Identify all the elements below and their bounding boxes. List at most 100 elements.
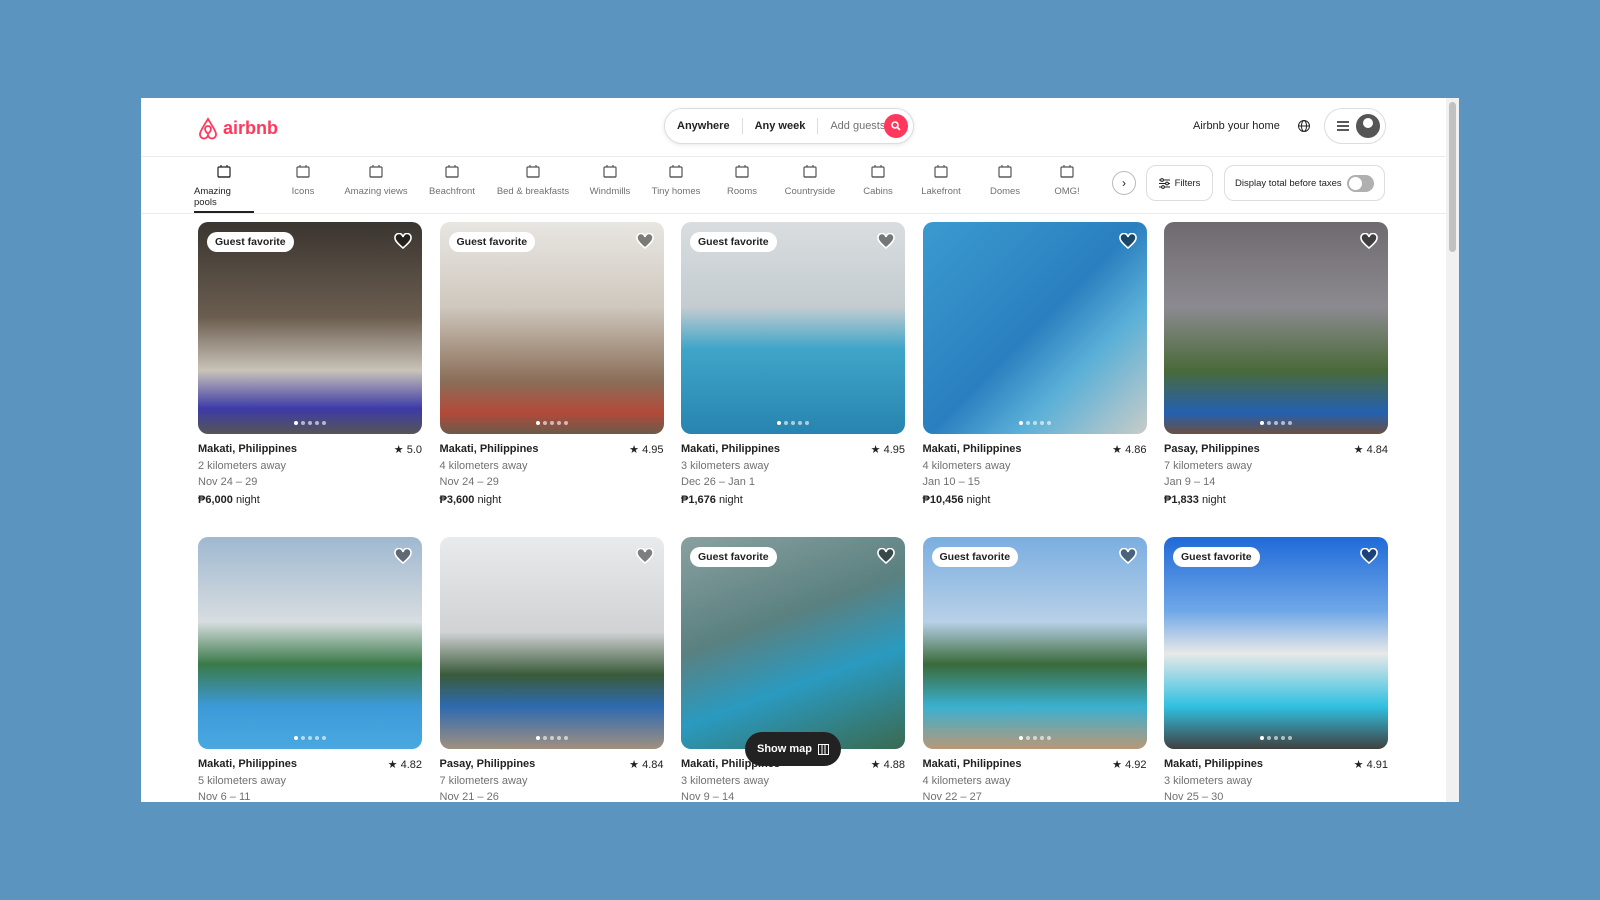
globe-icon[interactable]	[1297, 119, 1311, 138]
listing-card[interactable]: Guest favorite Makati, Philippines ★ 4.9…	[922, 537, 1147, 802]
photo-pagination-dots[interactable]	[294, 736, 326, 740]
listing-photo[interactable]	[1164, 222, 1388, 434]
heart-icon[interactable]	[1118, 548, 1137, 564]
ufo-icon	[1060, 165, 1074, 178]
listing-rating: ★ 4.84	[1353, 444, 1388, 456]
search-bar[interactable]: Anywhere Any week Add guests	[664, 108, 914, 144]
listing-location: Makati, Philippines	[1164, 758, 1264, 770]
photo-pagination-dots[interactable]	[294, 421, 326, 425]
category-amazing-pools[interactable]: Amazing pools	[194, 163, 254, 213]
heart-icon[interactable]	[1360, 548, 1378, 564]
listing-location: Makati, Philippines	[922, 443, 1022, 455]
guest-favorite-badge: Guest favorite	[207, 232, 294, 252]
photo-pagination-dots[interactable]	[1018, 736, 1051, 740]
category-omg[interactable]: OMG!	[1027, 163, 1107, 213]
heart-icon[interactable]	[1118, 233, 1137, 249]
heart-icon[interactable]	[1360, 233, 1378, 249]
map-icon	[818, 743, 829, 755]
ticket-star-icon	[296, 165, 310, 178]
category-beachfront[interactable]: Beachfront	[412, 163, 492, 213]
pool-icon	[217, 165, 231, 178]
countryside-icon	[803, 165, 817, 178]
photo-pagination-dots[interactable]	[777, 421, 809, 425]
listing-card[interactable]: Makati, Philippines ★ 4.82 5 kilometers …	[198, 537, 422, 802]
listing-price: ₱1,676 night	[681, 494, 743, 506]
category-bar: › Filters Display total before taxes Ama…	[141, 157, 1446, 214]
listing-rating: ★ 4.84	[629, 759, 664, 771]
filters-label: Filters	[1174, 177, 1201, 189]
heart-icon[interactable]	[635, 548, 654, 564]
windmill-icon	[603, 165, 617, 178]
listing-photo[interactable]: Guest favorite	[439, 222, 664, 434]
listing-distance: 4 kilometers away	[439, 460, 528, 472]
category-icons[interactable]: Icons	[263, 163, 343, 213]
category-label: Amazing pools	[194, 186, 231, 208]
listing-photo[interactable]: Guest favorite	[198, 222, 422, 434]
listing-location: Makati, Philippines	[922, 758, 1022, 770]
airbnb-your-home-link[interactable]: Airbnb your home	[1193, 120, 1280, 132]
listing-rating: ★ 4.88	[870, 759, 905, 771]
listing-dates: Nov 22 – 27	[922, 791, 982, 802]
listing-card[interactable]: Guest favorite Makati, Philippines ★ 5.0…	[198, 222, 422, 506]
listing-distance: 4 kilometers away	[922, 460, 1011, 472]
guest-favorite-badge: Guest favorite	[448, 232, 536, 252]
listing-rating: ★ 4.92	[1112, 759, 1147, 771]
star-icon: ★	[393, 444, 404, 456]
next-categories-button[interactable]: ›	[1112, 171, 1136, 195]
header: airbnb Anywhere Any week Add guests Airb…	[141, 98, 1446, 157]
listing-card[interactable]: Guest favorite Makati, Philippines ★ 4.9…	[681, 222, 905, 506]
search-any-week[interactable]: Any week	[743, 118, 819, 134]
avatar	[1356, 114, 1380, 138]
category-label: Domes	[989, 186, 1021, 197]
taxes-toggle[interactable]	[1347, 174, 1374, 192]
show-map-label: Show map	[756, 743, 812, 755]
listing-dates: Dec 26 – Jan 1	[681, 476, 755, 488]
user-menu-button[interactable]	[1324, 108, 1386, 144]
listing-card[interactable]: Pasay, Philippines ★ 4.84 7 kilometers a…	[1164, 222, 1388, 506]
category-label: Lakefront	[921, 186, 961, 197]
show-map-button[interactable]: Show map	[745, 732, 841, 766]
listing-location: Makati, Philippines	[439, 443, 539, 455]
listing-location: Pasay, Philippines	[1164, 443, 1260, 455]
star-icon: ★	[1353, 444, 1364, 456]
photo-pagination-dots[interactable]	[535, 421, 568, 425]
listing-card[interactable]: Guest favorite Makati, Philippines ★ 4.9…	[1164, 537, 1388, 802]
photo-pagination-dots[interactable]	[535, 736, 568, 740]
heart-icon[interactable]	[877, 548, 895, 564]
listing-photo[interactable]	[198, 537, 422, 749]
listing-photo[interactable]	[922, 222, 1147, 434]
listing-dates: Nov 6 – 11	[198, 791, 251, 802]
heart-icon[interactable]	[394, 548, 412, 564]
search-button[interactable]	[884, 114, 908, 138]
search-anywhere[interactable]: Anywhere	[665, 118, 743, 134]
sliders-icon	[1158, 177, 1170, 189]
listing-photo[interactable]: Guest favorite	[681, 537, 905, 749]
heart-icon[interactable]	[635, 233, 654, 249]
display-total-toggle-container[interactable]: Display total before taxes	[1224, 165, 1385, 201]
photo-pagination-dots[interactable]	[1018, 421, 1051, 425]
listing-photo[interactable]: Guest favorite	[1164, 537, 1388, 749]
listing-card[interactable]: Guest favorite Makati, Philippines ★ 4.9…	[439, 222, 664, 506]
scrollbar-thumb[interactable]	[1449, 102, 1456, 252]
heart-icon[interactable]	[394, 233, 412, 249]
heart-icon[interactable]	[877, 233, 895, 249]
listing-photo[interactable]: Guest favorite	[922, 537, 1147, 749]
category-bed-breakfasts[interactable]: Bed & breakfasts	[493, 163, 573, 213]
listing-distance: 4 kilometers away	[922, 775, 1011, 787]
bed-icon	[735, 165, 749, 178]
scrollbar[interactable]	[1446, 98, 1459, 802]
listing-rating: ★ 4.91	[1353, 759, 1388, 771]
photo-pagination-dots[interactable]	[1260, 736, 1292, 740]
listing-photo[interactable]	[439, 537, 664, 749]
filters-button[interactable]: Filters	[1146, 165, 1213, 201]
photo-pagination-dots[interactable]	[1260, 421, 1292, 425]
category-label: Bed & breakfasts	[496, 186, 570, 197]
category-amazing-views[interactable]: Amazing views	[336, 163, 416, 213]
mug-icon	[526, 165, 540, 178]
airbnb-logo[interactable]: airbnb	[197, 116, 278, 140]
guest-favorite-badge: Guest favorite	[690, 232, 777, 252]
listing-card[interactable]: Makati, Philippines ★ 4.86 4 kilometers …	[922, 222, 1147, 506]
listing-photo[interactable]: Guest favorite	[681, 222, 905, 434]
listing-card[interactable]: Pasay, Philippines ★ 4.84 7 kilometers a…	[439, 537, 664, 802]
listing-dates: Jan 10 – 15	[922, 476, 981, 488]
